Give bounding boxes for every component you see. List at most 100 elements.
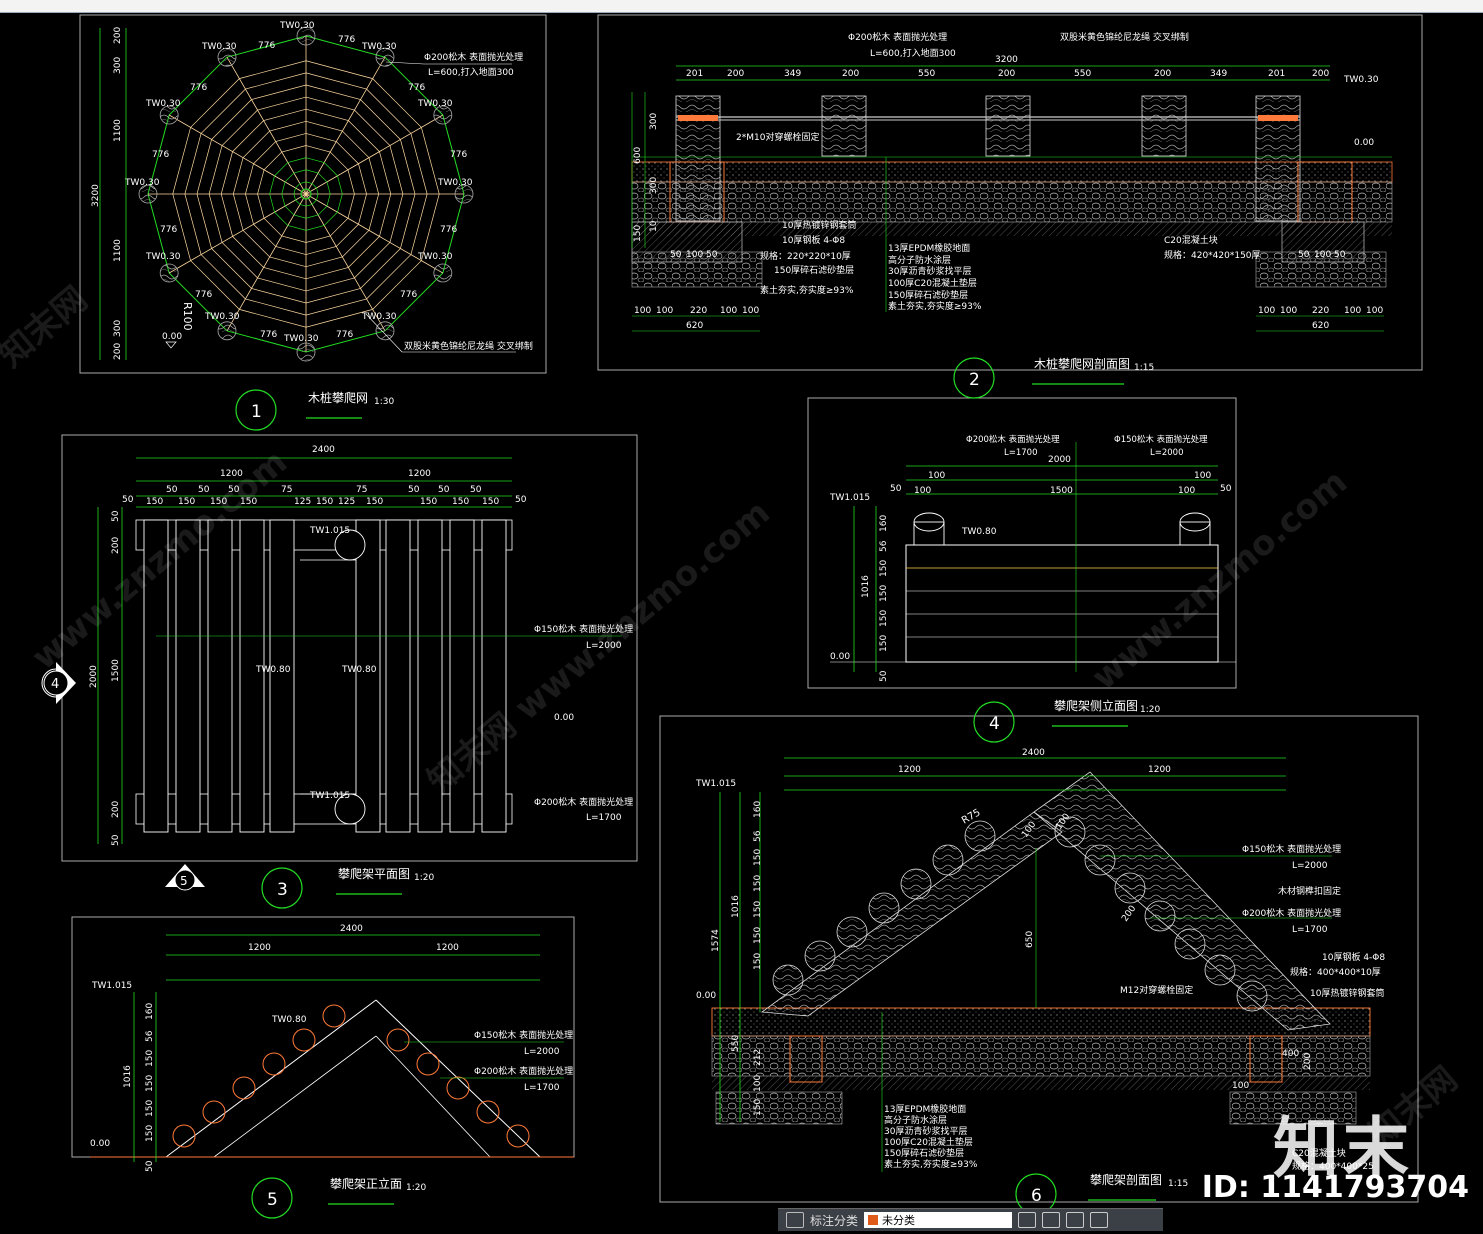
svg-text:150: 150 (879, 560, 889, 577)
svg-text:3200: 3200 (995, 55, 1018, 65)
svg-text:1:20: 1:20 (1140, 705, 1160, 715)
title-3: 3 攀爬架平面图 1:20 (261, 867, 434, 909)
svg-text:150厚碎石滤砂垫层: 150厚碎石滤砂垫层 (888, 289, 968, 301)
slat (269, 519, 295, 833)
wood-post (159, 263, 179, 283)
svg-text:1: 1 (251, 402, 262, 422)
svg-text:TW1.015: TW1.015 (309, 526, 350, 536)
layers-icon[interactable] (786, 1212, 804, 1228)
d1-note-a: Φ200松木 表面抛光处理 (424, 51, 523, 63)
slat (207, 519, 233, 833)
svg-text:150: 150 (145, 1125, 155, 1142)
svg-text:50: 50 (145, 1160, 155, 1172)
svg-text:30厚沥青砂浆找平层: 30厚沥青砂浆找平层 (884, 1125, 967, 1137)
svg-text:规格：420*420*150厚: 规格：420*420*150厚 (1164, 249, 1261, 261)
swatch-icon (868, 1215, 879, 1225)
svg-text:160: 160 (753, 801, 763, 818)
svg-text:300: 300 (113, 320, 123, 337)
svg-text:1:15: 1:15 (1134, 363, 1154, 373)
wood-post (296, 342, 316, 362)
d1-776-f: 776 (450, 150, 467, 160)
svg-text:150: 150 (420, 497, 437, 507)
category-select[interactable]: 未分类 (864, 1212, 1013, 1228)
roof-log (932, 844, 964, 876)
svg-text:75: 75 (356, 485, 367, 495)
svg-text:50: 50 (122, 495, 134, 505)
svg-text:349: 349 (784, 69, 801, 79)
log-end (232, 1076, 256, 1100)
log-end (446, 1076, 470, 1100)
d1-tw-j: TW0.30 (361, 312, 397, 322)
copy-icon[interactable] (1066, 1212, 1085, 1228)
svg-text:1100: 1100 (113, 119, 123, 142)
svg-text:220: 220 (690, 306, 707, 316)
svg-text:1016: 1016 (731, 895, 741, 918)
wood-post (217, 321, 237, 341)
svg-text:100: 100 (742, 306, 759, 316)
svg-text:200: 200 (1312, 69, 1329, 79)
svg-text:0.00: 0.00 (554, 713, 574, 723)
svg-text:Φ200松木 表面抛光处理: Φ200松木 表面抛光处理 (1242, 907, 1341, 919)
svg-text:150: 150 (145, 1100, 155, 1117)
svg-text:TW0.80: TW0.80 (341, 665, 377, 675)
svg-text:150: 150 (145, 1075, 155, 1092)
svg-text:125: 125 (294, 497, 311, 507)
svg-text:5: 5 (180, 874, 188, 888)
svg-text:200: 200 (1303, 1053, 1313, 1070)
svg-text:1500: 1500 (111, 659, 121, 682)
section-marker-5: 5 (165, 864, 205, 891)
svg-text:50: 50 (515, 495, 527, 505)
svg-text:50: 50 (438, 485, 450, 495)
cad-canvas[interactable]: TW0.30 TW0.30 TW0.30 TW0.30 TW0.30 TW0.3… (0, 12, 1483, 1230)
svg-text:1200: 1200 (436, 943, 459, 953)
d1-tw-b: TW0.30 (361, 42, 397, 52)
svg-text:4: 4 (51, 677, 59, 692)
svg-text:0.00: 0.00 (90, 1139, 110, 1149)
svg-text:素土夯实,夯实度≥93%: 素土夯实,夯实度≥93% (760, 284, 854, 296)
svg-text:10: 10 (649, 220, 659, 232)
svg-text:201: 201 (1268, 69, 1285, 79)
svg-text:201: 201 (686, 69, 703, 79)
slat (385, 519, 411, 833)
svg-text:50: 50 (1220, 484, 1232, 494)
svg-text:200: 200 (111, 801, 121, 818)
wood-post (433, 263, 453, 283)
svg-text:50: 50 (470, 485, 482, 495)
toolbar-label: 标注分类 (810, 1213, 859, 1228)
d1-tw-i: TW0.30 (204, 312, 240, 322)
d1-tw-a: TW0.30 (201, 42, 237, 52)
d1-776-k: 776 (260, 330, 277, 340)
svg-text:50: 50 (1334, 250, 1346, 260)
svg-text:TW0.80: TW0.80 (255, 665, 291, 675)
svg-text:100: 100 (928, 471, 945, 481)
svg-text:100: 100 (1366, 306, 1383, 316)
move-icon[interactable] (1042, 1212, 1061, 1228)
svg-text:攀爬架正立面: 攀爬架正立面 (330, 1176, 402, 1191)
d1-tw-d: TW0.30 (417, 99, 453, 109)
svg-text:200: 200 (111, 537, 121, 554)
svg-text:2000: 2000 (1048, 455, 1071, 465)
edit-icon[interactable] (1018, 1212, 1037, 1228)
svg-text:200: 200 (1120, 904, 1138, 924)
svg-text:56: 56 (753, 830, 763, 842)
title-2: 2 木桩攀爬网剖面图 1:15 (953, 356, 1154, 399)
svg-text:150厚碎石滤砂垫层: 150厚碎石滤砂垫层 (884, 1147, 964, 1159)
d1-776-l: 776 (336, 330, 353, 340)
slat (239, 519, 265, 833)
svg-text:1016: 1016 (123, 1065, 133, 1088)
svg-text:10厚热镀锌钢套筒: 10厚热镀锌钢套筒 (1310, 987, 1384, 999)
svg-text:150: 150 (145, 1050, 155, 1067)
svg-text:600: 600 (633, 147, 643, 164)
svg-text:0.00: 0.00 (830, 652, 850, 662)
svg-text:150: 150 (879, 635, 889, 652)
roof-log (1174, 928, 1206, 960)
d1-776-b: 776 (338, 35, 355, 45)
svg-text:L=1700: L=1700 (524, 1083, 560, 1093)
title-5: 5 攀爬架正立面 1:20 (251, 1176, 426, 1219)
svg-text:Φ200松木 表面抛光处理: Φ200松木 表面抛光处理 (534, 796, 633, 808)
paste-icon[interactable] (1090, 1212, 1109, 1228)
d1-vdims: 200 300 1100 3200 1100 300 200 (91, 27, 127, 360)
svg-text:木材钢榫扣固定: 木材钢榫扣固定 (1278, 885, 1341, 897)
svg-text:100: 100 (1280, 306, 1297, 316)
svg-text:160: 160 (145, 1003, 155, 1020)
